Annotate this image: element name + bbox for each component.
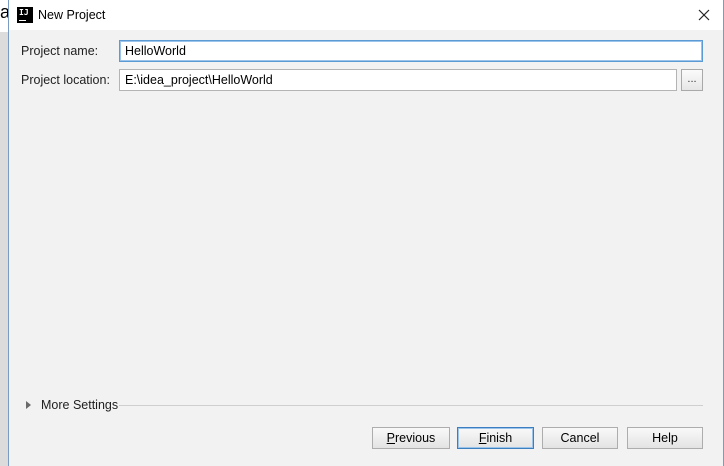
more-settings-toggle[interactable]: More Settings (26, 396, 118, 414)
title-bar[interactable]: IJ New Project (9, 0, 723, 30)
finish-button[interactable]: Finish (457, 427, 534, 449)
screen: a IJ New Project Project name: Project l… (0, 0, 724, 466)
browse-location-button[interactable]: ... (681, 69, 703, 91)
more-settings-label: More Settings (41, 398, 119, 412)
intellij-idea-icon: IJ (17, 7, 33, 23)
new-project-dialog: IJ New Project Project name: Project loc… (8, 0, 724, 466)
previous-label-rest: revious (395, 431, 436, 445)
project-name-input[interactable] (119, 40, 703, 62)
close-button[interactable] (695, 6, 713, 24)
previous-button[interactable]: Previous (372, 427, 450, 449)
project-location-row: Project location: (21, 69, 677, 91)
finish-label-rest: inish (486, 431, 513, 445)
window-title: New Project (38, 8, 106, 22)
previous-mnemonic: P (386, 431, 396, 445)
project-location-input[interactable] (119, 69, 677, 91)
project-name-label: Project name: (21, 44, 99, 58)
cancel-button[interactable]: Cancel (542, 427, 618, 449)
help-button[interactable]: Help (627, 427, 703, 449)
expand-triangle-icon (26, 401, 31, 409)
more-settings-divider (119, 405, 703, 406)
project-name-row: Project name: (21, 40, 703, 62)
project-location-label: Project location: (21, 73, 110, 87)
close-icon (698, 9, 710, 21)
